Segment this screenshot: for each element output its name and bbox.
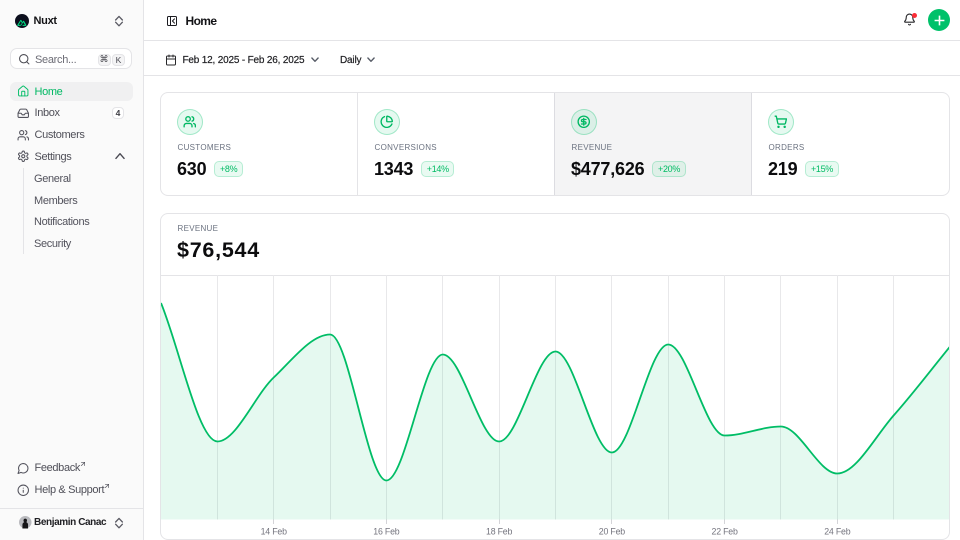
svg-text:16 Feb: 16 Feb <box>373 527 399 537</box>
svg-text:18 Feb: 18 Feb <box>486 527 512 537</box>
svg-text:20 Feb: 20 Feb <box>599 527 625 537</box>
svg-text:22 Feb: 22 Feb <box>712 527 738 537</box>
svg-text:14 Feb: 14 Feb <box>261 527 287 537</box>
svg-text:24 Feb: 24 Feb <box>824 527 850 537</box>
